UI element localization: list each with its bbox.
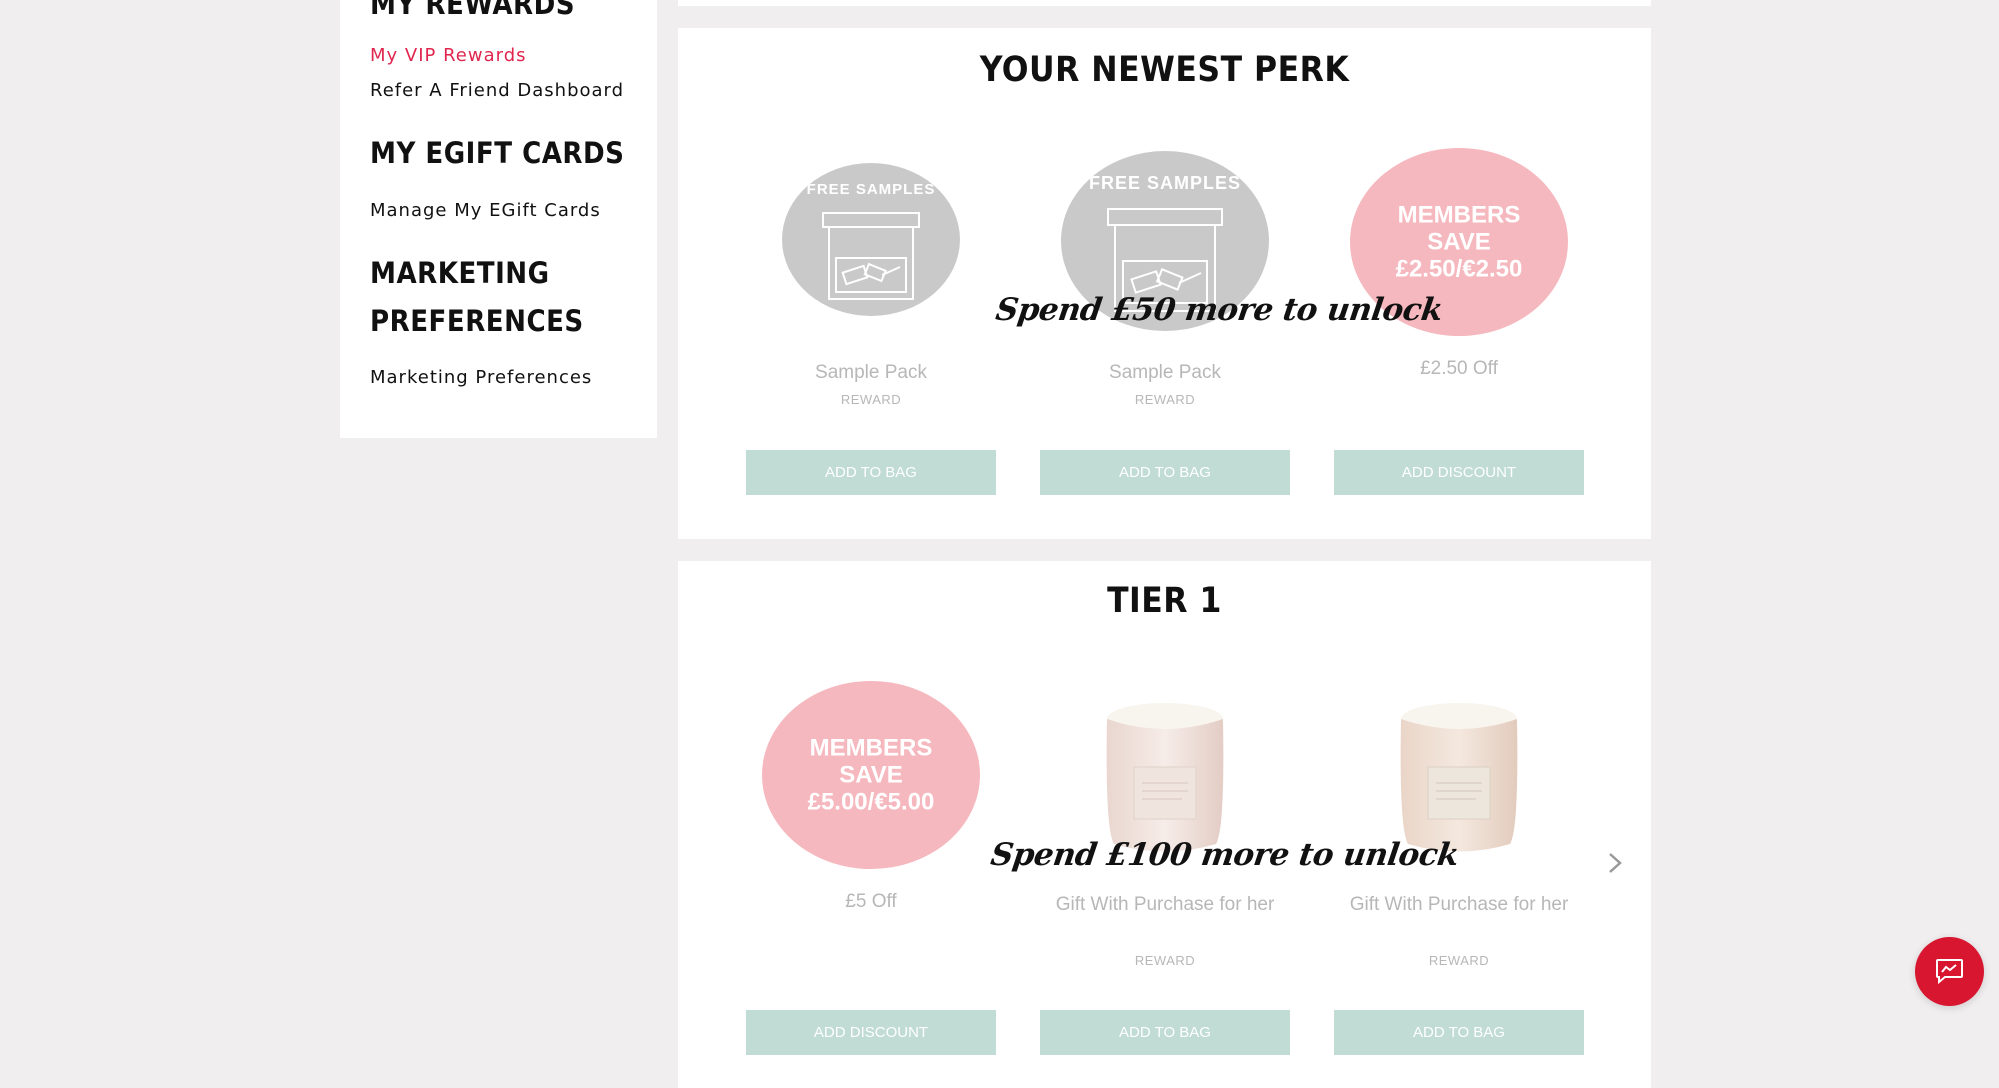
add-discount-button[interactable]: ADD DISCOUNT [1334, 450, 1584, 495]
sidebar-heading-egift-cards: My eGift Cards [370, 136, 625, 170]
card-name: Sample Pack [1109, 362, 1221, 383]
card-subtitle: REWARD [1134, 392, 1196, 407]
reward-card: Gift With Purchase for her REWARD ADD TO… [1334, 561, 1584, 1088]
card-subtitle: REWARD [840, 392, 902, 407]
add-discount-button[interactable]: ADD DISCOUNT [746, 1010, 996, 1055]
unlock-message: Spend £100 more to unlock [988, 837, 1461, 873]
candle-icon [1400, 703, 1518, 852]
chat-bubble-icon [1936, 959, 1963, 985]
unlock-message: Spend £50 more to unlock [993, 292, 1445, 328]
reward-card: Gift With Purchase for her REWARD ADD TO… [1040, 561, 1290, 1088]
previous-panel-edge [678, 0, 1651, 6]
reward-card: FREE SAMPLES Sample Pack REWARD ADD TO B… [746, 28, 996, 539]
sidebar-link-manage-egift-cards[interactable]: Manage My EGift Cards [370, 200, 601, 221]
add-to-bag-button[interactable]: ADD TO BAG [1040, 1010, 1290, 1055]
sidebar-link-my-vip-rewards[interactable]: My VIP Rewards [370, 45, 527, 66]
card-name: Sample Pack [815, 362, 927, 383]
sidebar-heading-my-rewards: My Rewards [370, 0, 576, 21]
tier1-panel: TIER 1 MEMBERS SAVE £5.00/€5.00 £5 Off A… [678, 561, 1651, 1088]
add-to-bag-button[interactable]: ADD TO BAG [1334, 1010, 1584, 1055]
sidebar-link-refer-a-friend[interactable]: Refer A Friend Dashboard [370, 80, 624, 101]
reward-card: FREE SAMPLES Sample Pack REWARD ADD TO B… [1040, 28, 1290, 539]
members-save-badge: MEMBERS SAVE £5.00/€5.00 [762, 681, 980, 869]
discount-card: MEMBERS SAVE £5.00/€5.00 £5 Off ADD DISC… [746, 561, 996, 1088]
card-name: £5 Off [845, 891, 897, 912]
sidebar-link-marketing-preferences[interactable]: Marketing Preferences [370, 367, 592, 388]
card-name: £2.50 Off [1420, 358, 1498, 379]
chat-launcher-button[interactable] [1915, 937, 1984, 1006]
sidebar-heading-marketing-preferences: Marketing Preferences [370, 256, 584, 338]
add-to-bag-button[interactable]: ADD TO BAG [746, 450, 996, 495]
card-subtitle: REWARD [1428, 953, 1490, 968]
newest-perk-panel: YOUR NEWEST PERK FREE SAMPLES Sample Pac… [678, 28, 1651, 539]
free-samples-box-icon: FREE SAMPLES [782, 163, 960, 316]
card-name: Gift With Purchase for her [1349, 894, 1569, 915]
card-subtitle: REWARD [1134, 953, 1196, 968]
add-to-bag-button[interactable]: ADD TO BAG [1040, 450, 1290, 495]
account-sidebar: My Rewards My VIP Rewards Refer A Friend… [340, 0, 657, 438]
card-name: Gift With Purchase for her [1055, 894, 1275, 915]
discount-card: MEMBERS SAVE £2.50/€2.50 £2.50 Off ADD D… [1334, 28, 1584, 539]
chevron-right-icon[interactable] [1605, 852, 1625, 874]
candle-icon [1106, 703, 1224, 852]
